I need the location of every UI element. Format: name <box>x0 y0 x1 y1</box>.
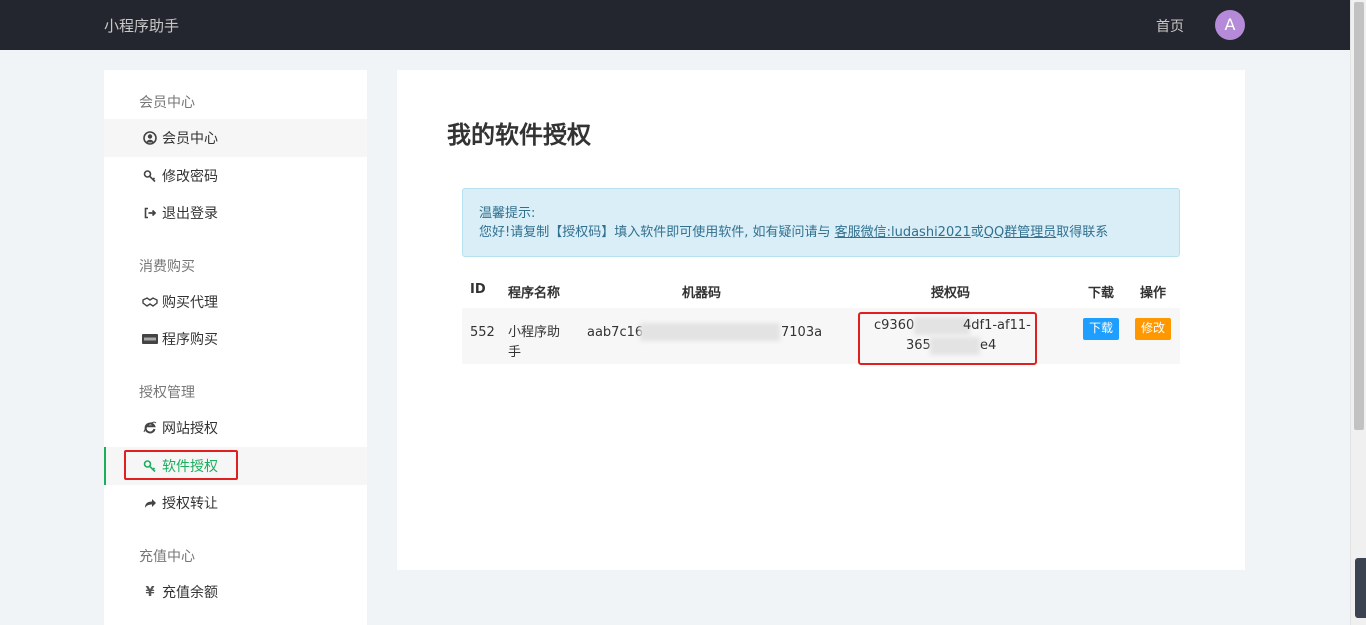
main-panel: 我的软件授权 温馨提示: 您好!请复制【授权码】填入软件即可使用软件, 如有疑问… <box>397 70 1245 570</box>
sidebar-item-recharge[interactable]: ¥ 充值余额 <box>104 573 367 611</box>
cell-name-line: 手 <box>508 345 522 360</box>
paypal-icon <box>142 331 158 347</box>
table-header: ID 程序名称 机器码 授权码 下载 操作 <box>462 272 1180 308</box>
side-widget[interactable] <box>1355 558 1366 618</box>
sidebar-section-title: 授权管理 <box>139 385 195 401</box>
share-icon <box>142 495 158 511</box>
ie-icon <box>142 420 158 436</box>
sidebar-item-buy-program[interactable]: 程序购买 <box>104 320 367 358</box>
notice-heading: 温馨提示: <box>479 206 536 221</box>
notice-alert: 温馨提示: 您好!请复制【授权码】填入软件即可使用软件, 如有疑问请与 客服微信… <box>462 188 1180 257</box>
table-row: 552 小程序助手 aab7c16 7103a c9360 4df1-af11-… <box>462 308 1180 364</box>
cell-name: 小程序助手 <box>508 323 560 363</box>
scrollbar-thumb[interactable] <box>1354 2 1364 430</box>
sidebar: 会员中心 会员中心 修改密码 退出登录 消费购买 购买代理 程序购买 授权管理 <box>104 70 367 625</box>
cell-code-line2-prefix: 365 <box>906 338 931 353</box>
col-license-code: 授权码 <box>931 286 971 301</box>
sidebar-item-label: 会员中心 <box>162 131 218 147</box>
download-button[interactable]: 下载 <box>1083 318 1120 340</box>
key-icon <box>142 458 158 474</box>
user-circle-icon <box>142 130 158 146</box>
brand-title[interactable]: 小程序助手 <box>104 15 179 36</box>
sidebar-item-label: 修改密码 <box>162 169 218 185</box>
cell-id: 552 <box>470 325 495 340</box>
page-scrollbar[interactable] <box>1350 0 1366 625</box>
notice-text: 取得联系 <box>1056 225 1109 240</box>
top-navbar: 小程序助手 首页 A <box>0 0 1350 50</box>
col-name: 程序名称 <box>508 286 561 301</box>
sidebar-section-title: 充值中心 <box>139 549 195 565</box>
wechat-contact-link[interactable]: 客服微信:ludashi2021 <box>835 225 971 240</box>
sidebar-item-license-transfer[interactable]: 授权转让 <box>104 484 367 522</box>
sidebar-item-change-password[interactable]: 修改密码 <box>104 157 367 195</box>
yen-icon: ¥ <box>145 584 155 600</box>
redacted-blur <box>640 323 780 341</box>
notice-text: 或 <box>970 225 984 240</box>
col-id: ID <box>470 282 486 297</box>
nav-home-link[interactable]: 首页 <box>1156 16 1184 36</box>
license-table: ID 程序名称 机器码 授权码 下载 操作 552 小程序助手 aab7c16 … <box>462 272 1180 364</box>
cell-name-line: 小程序助 <box>508 325 561 340</box>
sidebar-item-label: 购买代理 <box>162 295 218 311</box>
sidebar-section-title: 会员中心 <box>139 95 195 111</box>
sidebar-item-software-license[interactable]: 软件授权 <box>104 447 367 485</box>
cell-code-line1-suffix: 4df1-af11- <box>963 318 1031 333</box>
sidebar-item-label: 网站授权 <box>162 421 218 437</box>
sidebar-item-buy-agent[interactable]: 购买代理 <box>104 283 367 321</box>
qq-group-link[interactable]: QQ群管理员 <box>984 225 1056 240</box>
sidebar-item-website-license[interactable]: 网站授权 <box>104 409 367 447</box>
col-action: 操作 <box>1140 286 1167 301</box>
avatar[interactable]: A <box>1215 10 1245 40</box>
notice-text: 您好!请复制【授权码】填入软件即可使用软件, 如有疑问请与 <box>479 225 835 240</box>
sidebar-item-label: 退出登录 <box>162 206 218 222</box>
sidebar-item-label: 充值余额 <box>162 585 218 601</box>
col-machine-code: 机器码 <box>682 286 722 301</box>
sidebar-item-member-center[interactable]: 会员中心 <box>104 119 367 157</box>
handshake-icon <box>142 294 158 310</box>
sidebar-item-label: 程序购买 <box>162 332 218 348</box>
sidebar-item-label: 软件授权 <box>162 459 218 475</box>
sidebar-section-title: 消费购买 <box>139 259 195 275</box>
key-icon <box>142 168 158 184</box>
cell-code-line2-suffix: e4 <box>980 338 997 353</box>
redacted-blur <box>914 317 970 335</box>
page-title: 我的软件授权 <box>447 121 591 149</box>
sidebar-item-logout[interactable]: 退出登录 <box>104 194 367 232</box>
sign-out-icon <box>142 205 158 221</box>
cell-machine-prefix: aab7c16 <box>587 325 644 340</box>
sidebar-item-label: 授权转让 <box>162 496 218 512</box>
cell-machine-suffix: 7103a <box>781 325 823 340</box>
notice-body: 您好!请复制【授权码】填入软件即可使用软件, 如有疑问请与 客服微信:ludas… <box>479 223 1163 242</box>
edit-button[interactable]: 修改 <box>1135 318 1172 340</box>
redacted-blur <box>930 337 980 355</box>
col-download: 下载 <box>1088 286 1115 301</box>
cell-code-line1-prefix: c9360 <box>874 318 915 333</box>
